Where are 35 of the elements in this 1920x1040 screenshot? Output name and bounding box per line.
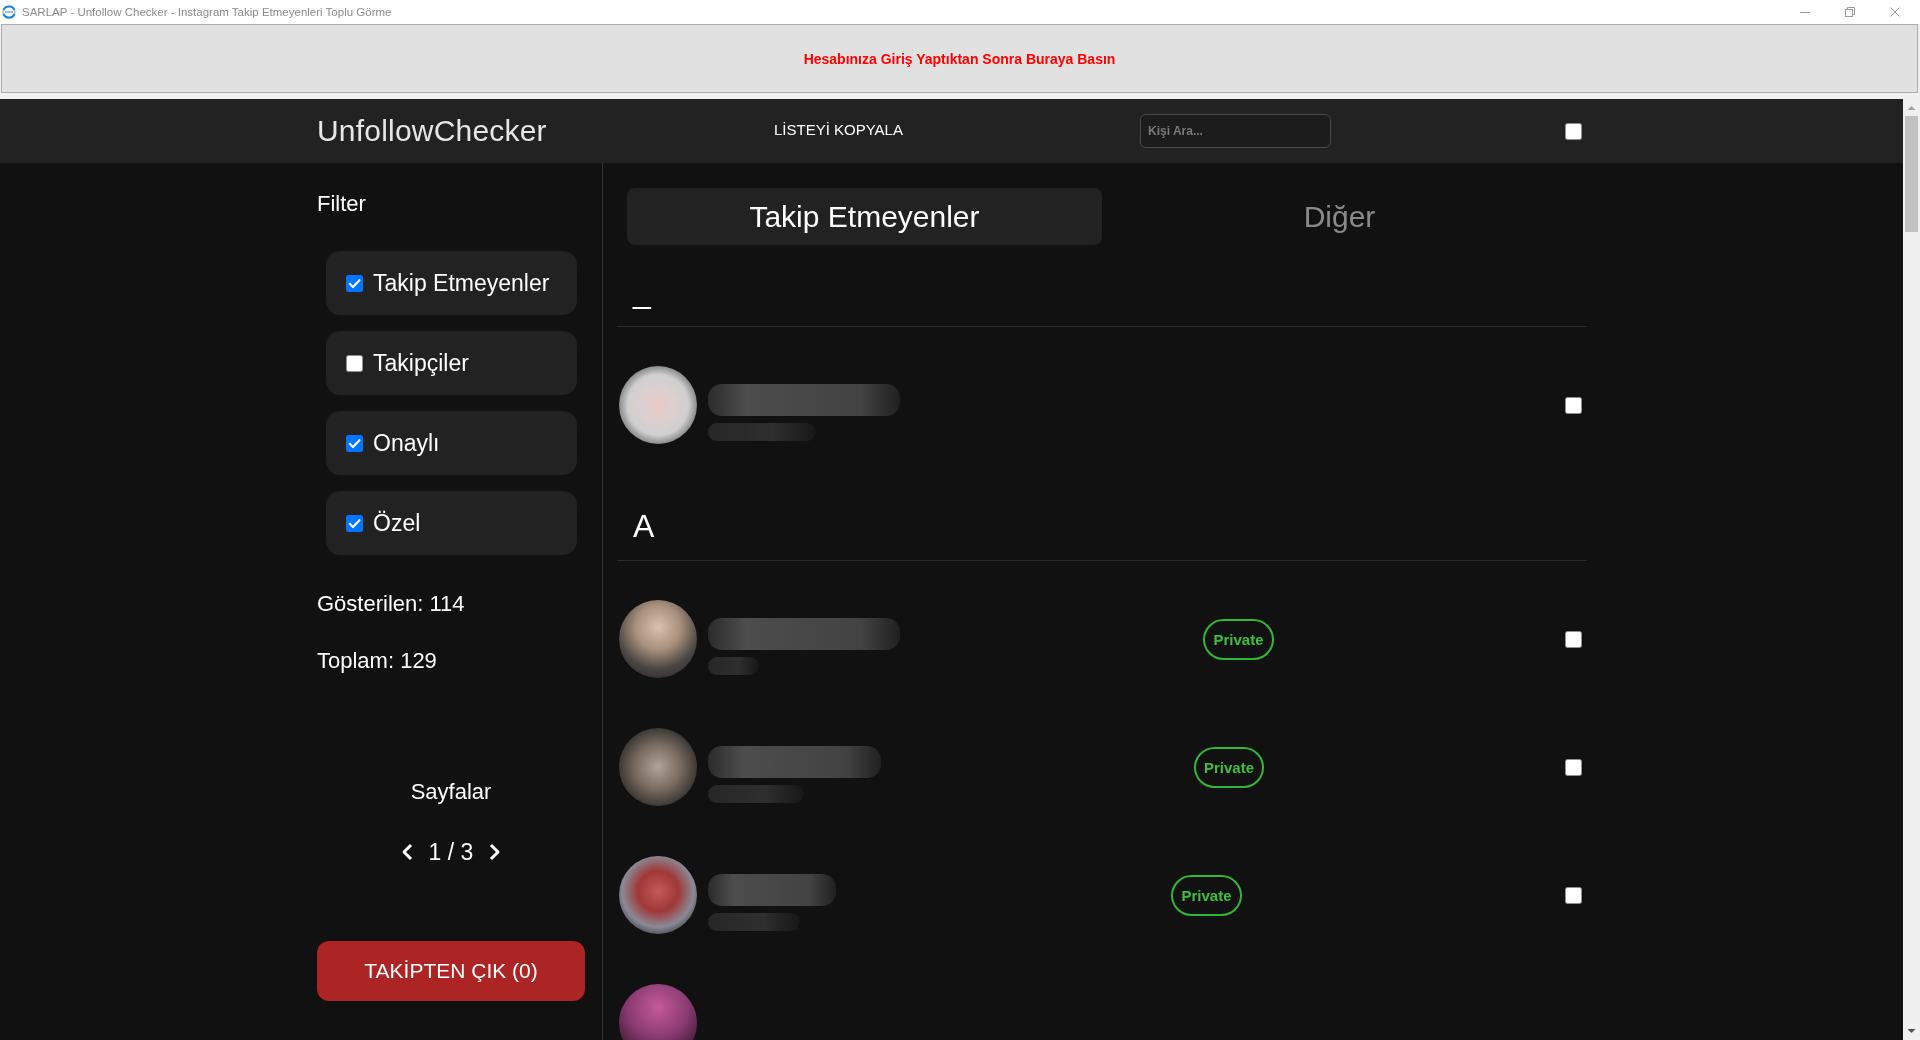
- close-icon[interactable]: [1890, 7, 1900, 17]
- filter-heading: Filter: [317, 190, 367, 218]
- scrollbar-thumb[interactable]: [1905, 116, 1918, 232]
- row-checkbox[interactable]: [1565, 758, 1582, 776]
- filter-option[interactable]: Takipçiler: [326, 331, 577, 395]
- row-checkbox[interactable]: [1565, 396, 1582, 414]
- filter-checkbox[interactable]: [346, 514, 363, 532]
- group-letter: A: [633, 508, 655, 544]
- select-all-checkbox[interactable]: [1565, 122, 1582, 140]
- page-indicator: 1 / 3: [428, 838, 474, 867]
- app-logo-icon: [2, 5, 16, 19]
- group-letter: _: [633, 274, 651, 310]
- private-tag: Private: [1193, 746, 1264, 788]
- tab[interactable]: Diğer: [1102, 188, 1577, 245]
- tab[interactable]: Takip Etmeyenler: [627, 188, 1102, 245]
- filter-checkbox[interactable]: [346, 354, 363, 372]
- private-tag: Private: [1203, 618, 1274, 660]
- filter-option[interactable]: Takip Etmeyenler: [326, 251, 577, 315]
- unfollow-button[interactable]: TAKİPTEN ÇIK (0): [317, 941, 585, 1001]
- copy-list-button[interactable]: LİSTEYİ KOPYALA: [774, 120, 903, 138]
- filter-option[interactable]: Özel: [326, 491, 577, 555]
- filter-checkbox[interactable]: [346, 434, 363, 452]
- total-count: Toplam: 129: [317, 647, 438, 675]
- blurred-subtitle: [708, 657, 759, 675]
- row-checkbox[interactable]: [1565, 630, 1582, 648]
- restore-icon[interactable]: [1845, 7, 1855, 17]
- private-tag: Private: [1171, 874, 1242, 916]
- app-name: UnfollowChecker: [317, 114, 547, 148]
- pages-label: Sayfalar: [409, 778, 493, 806]
- search-field[interactable]: Kişi Ara...: [1140, 114, 1331, 148]
- shown-count: Gösterilen: 114: [317, 590, 466, 618]
- row-checkbox[interactable]: [1565, 886, 1582, 904]
- window-title: SARLAP - Unfollow Checker - Instagram Takip Etmeyenleri Toplu Görme: [22, 6, 392, 18]
- filter-option[interactable]: Onaylı: [326, 411, 577, 475]
- filter-checkbox[interactable]: [346, 274, 363, 292]
